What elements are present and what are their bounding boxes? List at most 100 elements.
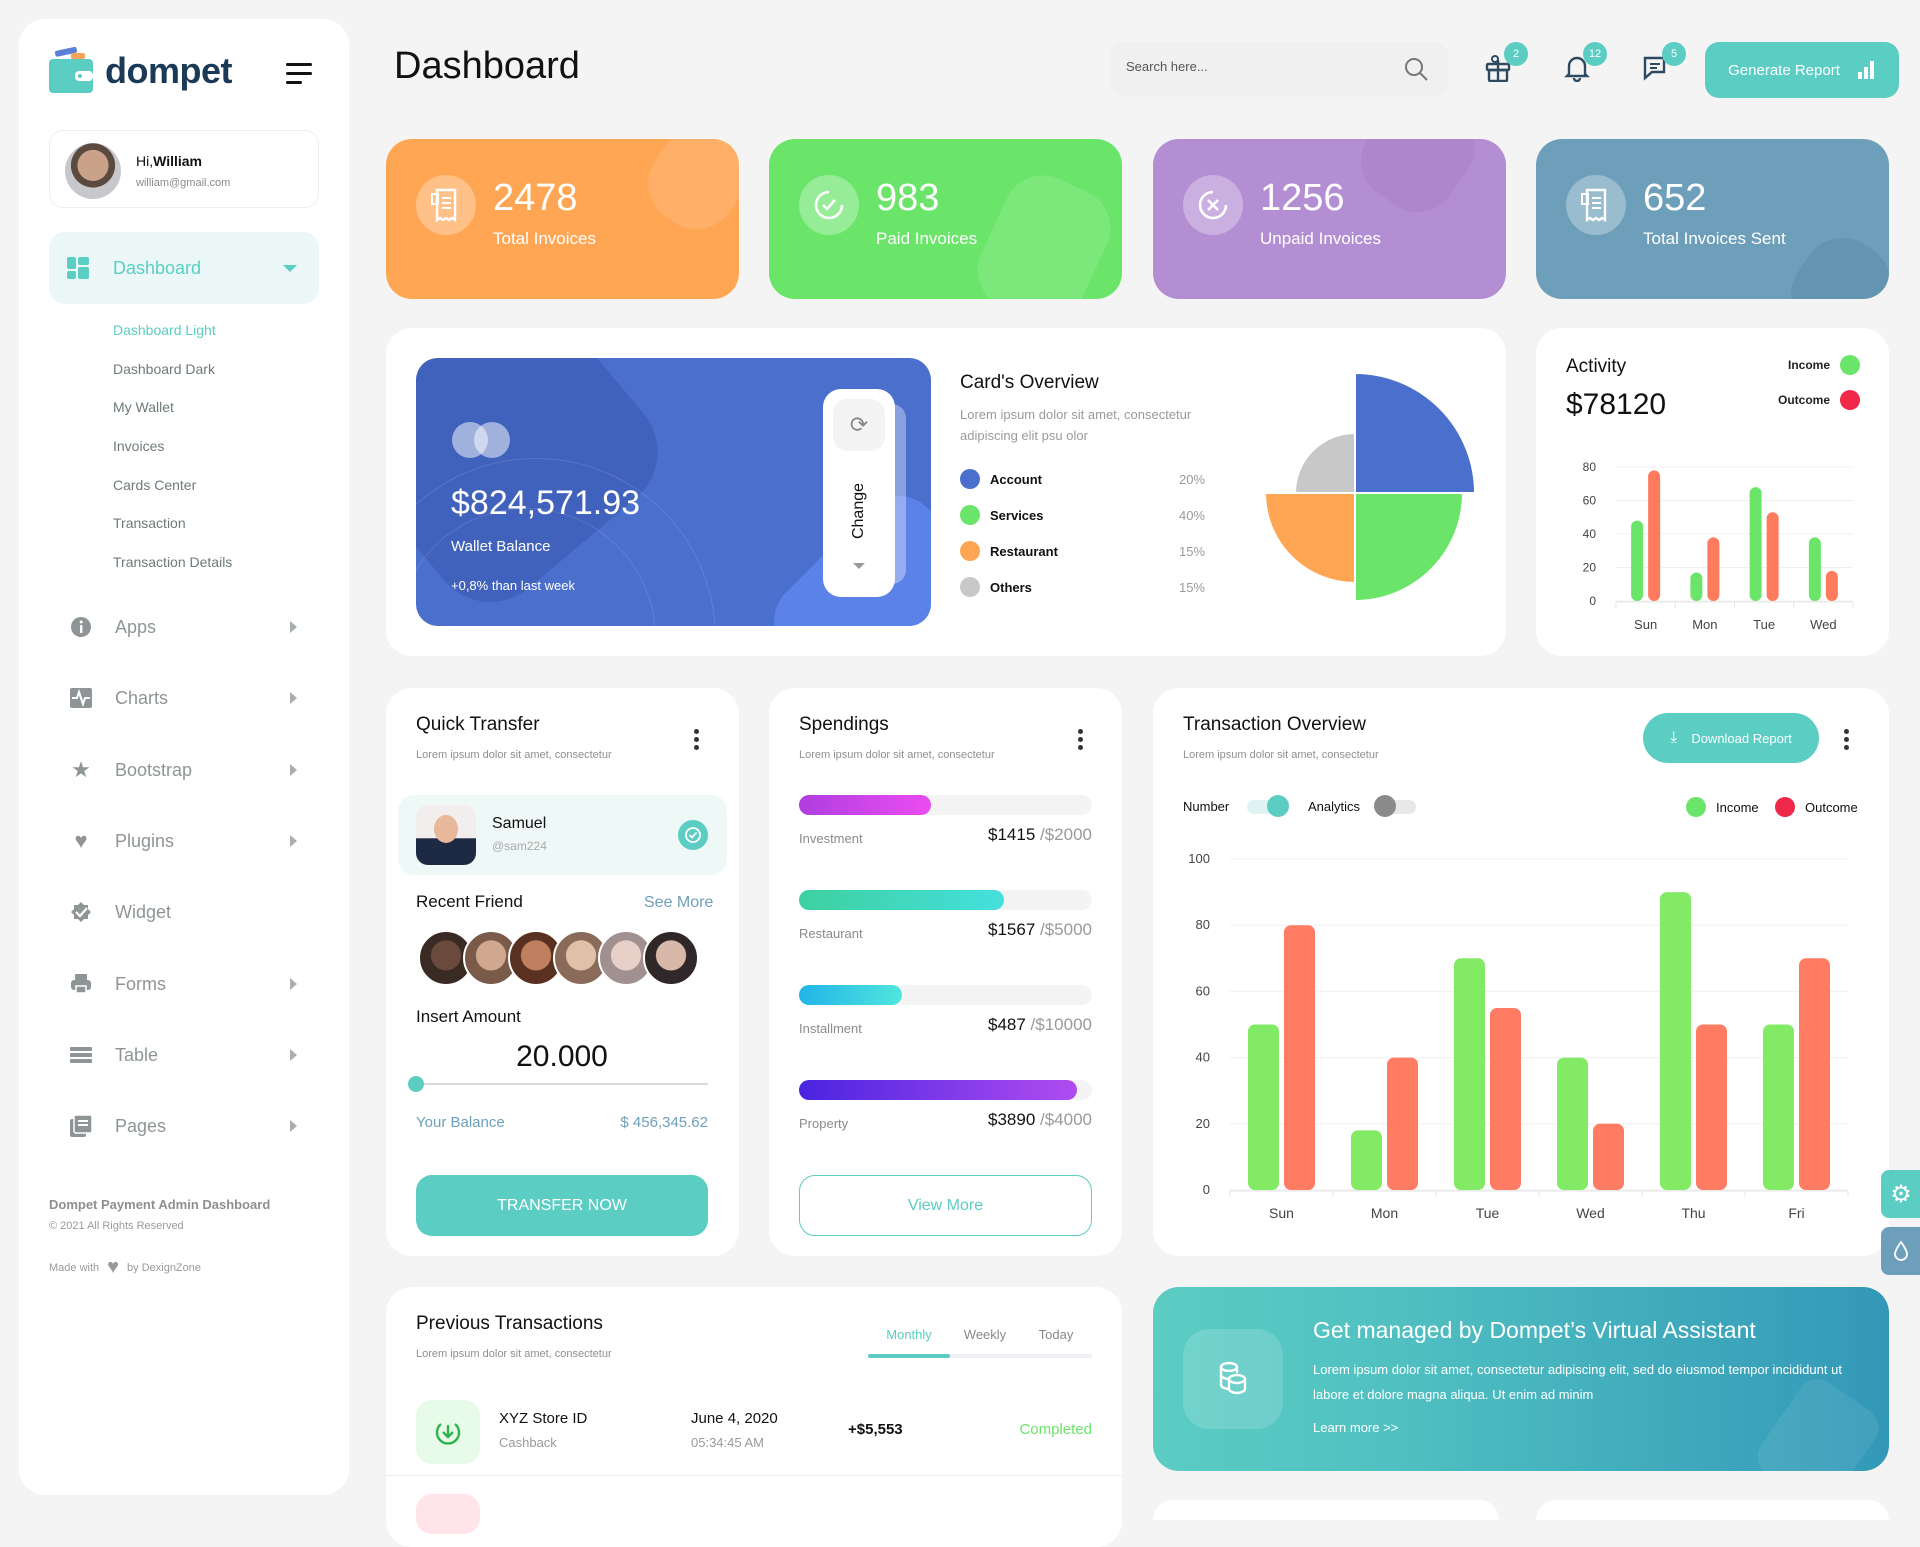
spending-progress-investment — [799, 795, 1092, 815]
legend-dot — [1840, 355, 1860, 375]
more-options-icon[interactable] — [694, 729, 699, 753]
bar-outcome-tue — [1766, 512, 1779, 601]
avatar — [65, 143, 121, 199]
tab-weekly[interactable]: Weekly — [950, 1327, 1020, 1357]
grid-icon — [67, 257, 89, 279]
stat-card-total-invoices-sent[interactable]: 652 Total Invoices Sent — [1536, 139, 1889, 299]
download-report-button[interactable]: ⤓ Download Report — [1643, 713, 1819, 763]
wallet-change: +0,8% than last week — [451, 578, 575, 593]
messages-button[interactable]: 5 — [1638, 42, 1686, 86]
more-options-icon[interactable] — [1078, 729, 1083, 753]
caret-right-icon — [290, 621, 297, 633]
transfer-now-button[interactable]: TRANSFER NOW — [416, 1175, 708, 1236]
submenu-my-wallet[interactable]: My Wallet — [113, 399, 174, 415]
table-icon — [67, 1041, 95, 1069]
sidebar-item-apps[interactable]: Apps — [49, 607, 319, 647]
search-input[interactable] — [1126, 59, 1376, 74]
toggle-number-label: Number — [1183, 799, 1230, 814]
next-panel-partial — [1153, 1500, 1499, 1520]
settings-button[interactable]: ⚙ — [1881, 1170, 1920, 1218]
submenu-cards-center[interactable]: Cards Center — [113, 477, 196, 493]
x-tick-label: Fri — [1788, 1205, 1804, 1221]
cards-overview-polar-chart — [1263, 371, 1477, 603]
gift-button[interactable]: 2 — [1480, 42, 1528, 86]
spendings-panel — [769, 688, 1122, 1256]
sidebar-item-label: Apps — [115, 616, 157, 637]
submenu-transaction-details[interactable]: Transaction Details — [113, 554, 232, 570]
learn-more-link[interactable]: Learn more >> — [1313, 1420, 1398, 1435]
sidebar-item-charts[interactable]: Charts — [49, 678, 319, 718]
more-options-icon[interactable] — [1844, 729, 1849, 753]
sidebar-item-forms[interactable]: Forms — [49, 964, 319, 1004]
view-more-button[interactable]: View More — [799, 1175, 1092, 1236]
caret-right-icon — [290, 764, 297, 776]
bar-income-wed — [1808, 537, 1821, 601]
stat-card-paid-invoices[interactable]: 983 Paid Invoices — [769, 139, 1122, 299]
transaction-amount: +$5,553 — [848, 1421, 903, 1438]
menu-toggle-icon[interactable] — [286, 63, 312, 90]
sidebar-item-pages[interactable]: Pages — [49, 1106, 319, 1146]
x-tick-label: Tue — [1753, 617, 1775, 632]
spending-progress-restaurant — [799, 890, 1092, 910]
y-tick-label: 100 — [1188, 851, 1210, 866]
bar-outcome-sun — [1284, 925, 1315, 1190]
legend-pct: 40% — [1178, 507, 1205, 523]
submenu-dashboard-light[interactable]: Dashboard Light — [113, 322, 216, 338]
brand-logo[interactable]: dompet — [49, 47, 233, 95]
stat-card-total-invoices[interactable]: 2478 Total Invoices — [386, 139, 739, 299]
tab-today[interactable]: Today — [1020, 1327, 1092, 1357]
change-card-button[interactable]: ⟳ Change — [823, 389, 895, 597]
caret-right-icon — [290, 1120, 297, 1132]
recipient-avatar — [416, 805, 476, 865]
amount-slider[interactable] — [408, 1076, 708, 1092]
x-tick-label: Sun — [1269, 1205, 1294, 1221]
change-label: Change — [850, 482, 867, 540]
bar-outcome-thu — [1696, 1024, 1727, 1190]
submenu-transaction[interactable]: Transaction — [113, 515, 186, 531]
star-icon: ★ — [71, 757, 91, 782]
toggle-analytics[interactable] — [1374, 795, 1416, 817]
spending-value: $487 /$10000 — [988, 1015, 1092, 1034]
submenu-dashboard-dark[interactable]: Dashboard Dark — [113, 361, 215, 377]
theme-button[interactable] — [1881, 1227, 1920, 1275]
spending-label: Property — [799, 1116, 849, 1131]
stat-value: 1256 — [1260, 177, 1345, 219]
y-tick-label: 60 — [1583, 494, 1597, 508]
sidebar-item-label: Charts — [115, 687, 169, 708]
transaction-overview-bar-chart: 0 20 40 60 80 100 Sun Mon Tue Wed Thu Fri — [1188, 851, 1849, 1221]
search-icon[interactable] — [1404, 57, 1428, 81]
pulse-chart-icon — [67, 684, 95, 712]
transaction-name: XYZ Store ID — [499, 1410, 588, 1427]
stat-card-unpaid-invoices[interactable]: 1256 Unpaid Invoices — [1153, 139, 1506, 299]
notifications-button[interactable]: 12 — [1559, 42, 1607, 86]
receipt-icon — [1566, 175, 1626, 235]
pages-icon — [67, 1112, 95, 1140]
legend-label: Restaurant — [990, 543, 1058, 559]
generate-report-button[interactable]: Generate Report — [1705, 42, 1899, 98]
recent-friend-title: Recent Friend — [416, 892, 523, 911]
toggle-number[interactable] — [1247, 795, 1289, 817]
toggle-analytics-label: Analytics — [1308, 799, 1361, 814]
sidebar-item-bootstrap[interactable]: ★ Bootstrap — [49, 750, 319, 790]
see-more-link[interactable]: See More — [644, 894, 713, 912]
x-tick-label: Tue — [1476, 1205, 1500, 1221]
friend-avatar[interactable] — [643, 930, 699, 986]
slider-thumb[interactable] — [408, 1076, 424, 1092]
sidebar-item-dashboard[interactable]: Dashboard — [49, 232, 319, 304]
refresh-button[interactable]: ⟳ — [833, 399, 885, 451]
stat-label: Total Invoices — [493, 229, 596, 248]
stat-label: Total Invoices Sent — [1643, 229, 1786, 248]
sidebar-item-table[interactable]: Table — [49, 1035, 319, 1075]
submenu-invoices[interactable]: Invoices — [113, 438, 164, 454]
sidebar-item-plugins[interactable]: ♥ Plugins — [49, 821, 319, 861]
selected-recipient[interactable]: Samuel @sam224 — [398, 795, 727, 875]
y-tick-label: 0 — [1589, 594, 1596, 608]
profile-card[interactable]: Hi,William william@gmail.com — [49, 130, 319, 208]
y-tick-label: 20 — [1196, 1116, 1210, 1131]
legend-income: Income — [1740, 355, 1860, 375]
sidebar-item-widget[interactable]: Widget — [49, 892, 319, 932]
info-icon — [67, 613, 95, 641]
droplet-icon — [1894, 1240, 1908, 1261]
tab-monthly[interactable]: Monthly — [868, 1327, 950, 1357]
bar-income-tue — [1454, 958, 1485, 1190]
